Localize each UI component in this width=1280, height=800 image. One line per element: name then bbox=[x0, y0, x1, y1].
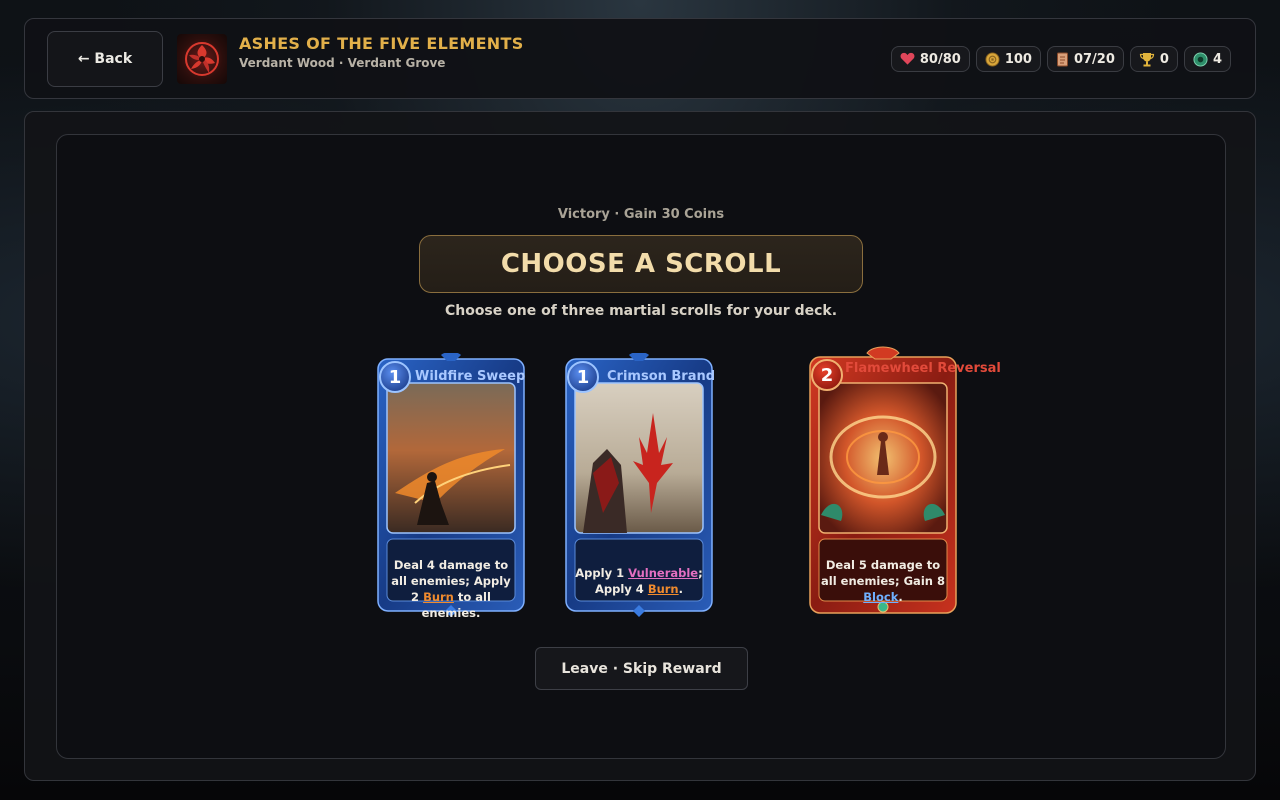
location-subtitle: Verdant Wood · Verdant Grove bbox=[239, 56, 446, 70]
clan-emblem-icon bbox=[177, 34, 227, 84]
card-description: Deal 4 damage to all enemies; Apply 2 Bu… bbox=[391, 558, 511, 620]
leave-skip-button[interactable]: Leave · Skip Reward bbox=[535, 647, 748, 690]
card-choices: 1 Wildfire Sweep Deal 4 damage to all en… bbox=[375, 345, 1001, 625]
heading-banner: CHOOSE A SCROLL bbox=[419, 235, 863, 293]
scroll-card-crimson-brand[interactable]: 1 Crimson Brand Apply 1 Vulnerable; Appl… bbox=[563, 353, 715, 617]
trophy-stat: 0 bbox=[1129, 46, 1178, 72]
jade-orb-icon bbox=[1193, 51, 1208, 67]
keyword-burn[interactable]: Burn bbox=[423, 590, 454, 604]
card-name: Crimson Brand bbox=[607, 369, 716, 384]
trophy-icon bbox=[1139, 52, 1155, 66]
jade-value: 4 bbox=[1212, 51, 1222, 67]
reward-panel: Victory · Gain 30 Coins CHOOSE A SCROLL … bbox=[56, 134, 1226, 759]
trophy-value: 0 bbox=[1159, 51, 1169, 67]
card-description: Deal 5 damage to all enemies; Gain 8 Blo… bbox=[821, 558, 945, 604]
victory-kicker: Victory · Gain 30 Coins bbox=[557, 207, 725, 222]
card-cost-badge: 1 bbox=[379, 361, 411, 393]
scroll-card-flamewheel-reversal[interactable]: 2 Flamewheel Reversal Deal 5 damage to a… bbox=[807, 345, 1001, 617]
reward-description: Choose one of three martial scrolls for … bbox=[444, 303, 838, 319]
keyword-burn[interactable]: Burn bbox=[648, 582, 679, 596]
top-bar: ← Back ASHES OF THE FIVE ELEMENTS Verdan… bbox=[24, 18, 1256, 99]
card-cost-badge: 1 bbox=[567, 361, 599, 393]
reward-outer-panel: Victory · Gain 30 Coins CHOOSE A SCROLL … bbox=[24, 111, 1256, 781]
coins-stat: 100 bbox=[975, 46, 1041, 72]
scroll-card-wildfire-sweep[interactable]: 1 Wildfire Sweep Deal 4 damage to all en… bbox=[375, 353, 527, 620]
back-button[interactable]: ← Back bbox=[47, 31, 163, 87]
card-cost-badge: 2 bbox=[811, 359, 843, 391]
stats-bar: 80/80 100 07/20 0 4 bbox=[890, 46, 1231, 72]
coins-value: 100 bbox=[1004, 51, 1032, 67]
hp-value: 80/80 bbox=[919, 51, 961, 67]
card-name: Flamewheel Reversal bbox=[845, 361, 1001, 376]
hp-stat: 80/80 bbox=[890, 46, 970, 72]
scroll-icon bbox=[1056, 52, 1068, 66]
card-name: Wildfire Sweep bbox=[415, 369, 526, 384]
card-description: Apply 1 Vulnerable; Apply 4 Burn. bbox=[575, 566, 703, 596]
heart-icon bbox=[900, 52, 915, 65]
game-title: ASHES OF THE FIVE ELEMENTS bbox=[239, 34, 524, 53]
choose-scroll-heading: CHOOSE A SCROLL bbox=[500, 249, 782, 279]
keyword-block[interactable]: Block bbox=[863, 590, 898, 604]
jade-stat: 4 bbox=[1183, 46, 1231, 72]
keyword-vulnerable[interactable]: Vulnerable bbox=[628, 566, 698, 580]
scroll-count-value: 07/20 bbox=[1073, 51, 1115, 67]
scroll-count-stat: 07/20 bbox=[1046, 46, 1124, 72]
coin-icon bbox=[985, 51, 1000, 67]
